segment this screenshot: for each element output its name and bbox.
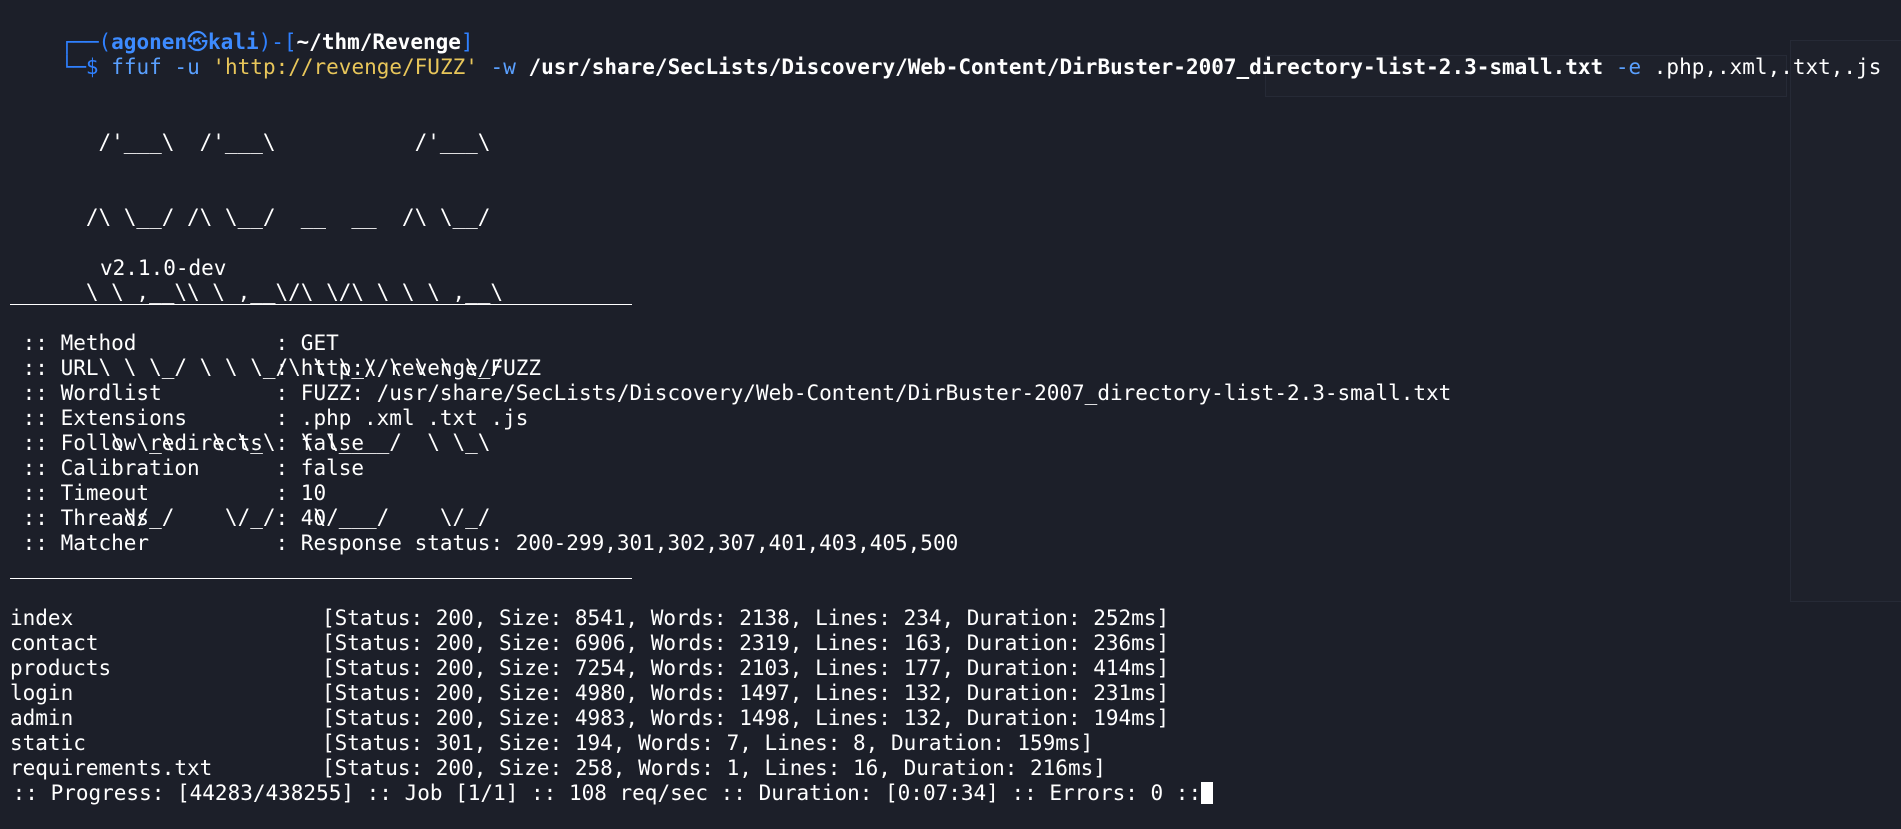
config-row-timeout: :: Timeout : 10 [10,481,326,506]
config-value: : .php .xml .txt .js [275,406,529,430]
config-key: :: Timeout [10,481,276,505]
config-value: : Response status: 200-299,301,302,307,4… [275,531,959,555]
config-row-method: :: Method : GET [10,331,339,356]
command-extensions: .php,.xml,.txt,.js [1653,55,1882,79]
command-wordlist: /usr/share/SecLists/Discovery/Web-Conten… [528,55,1604,79]
command-flag-e: -e [1615,55,1642,79]
result-row: contact [Status: 200, Size: 6906, Words: … [10,631,1169,656]
config-value: : FUZZ: /usr/share/SecLists/Discovery/We… [275,381,1452,405]
result-name: index [10,606,74,630]
config-key: :: URL [10,356,276,380]
result-name: login [10,681,74,705]
config-row-wordlist: :: Wordlist : FUZZ: /usr/share/SecLists/… [10,381,1452,406]
progress-text: :: Progress: [44283/438255] :: Job [1/1]… [0,781,1202,805]
terminal-cursor[interactable] [1201,782,1214,804]
version-label: v2.1.0-dev [100,256,227,280]
result-name: products [10,656,112,680]
result-row: admin [Status: 200, Size: 4983, Words: 14… [10,706,1169,731]
result-row: login [Status: 200, Size: 4980, Words: 14… [10,681,1169,706]
banner-art-line: /\ \__/ /\ \__/ __ __ /\ \__/ [10,205,491,229]
config-key: :: Calibration [10,456,276,480]
config-key: :: Wordlist [10,381,276,405]
config-row-follow-redirects: :: Follow redirects : false [10,431,364,456]
result-info: [Status: 301, Size: 194, Words: 7, Lines… [322,731,1094,755]
command-program: ffuf [111,55,162,79]
banner-art-line: /'___\ /'___\ /'___\ [10,130,491,154]
config-value: : 10 [275,481,327,505]
command-flag-u: -u [174,55,200,79]
result-info: [Status: 200, Size: 6906, Words: 2319, L… [322,631,1170,655]
result-info: [Status: 200, Size: 7254, Words: 2103, L… [322,656,1170,680]
prompt-line: ┌──(agonen㉿kali)-[~/thm/Revenge] [10,5,474,54]
result-name: admin [10,706,74,730]
config-value: : http://revenge/FUZZ [275,356,542,380]
config-value: : false [275,431,365,455]
terminal-window[interactable]: ┌──(agonen㉿kali)-[~/thm/Revenge] └─$ ffu… [0,0,1901,829]
result-info: [Status: 200, Size: 4983, Words: 1498, L… [322,706,1170,730]
config-row-url: :: URL : http://revenge/FUZZ [10,356,541,381]
background-minimap [1790,40,1901,602]
result-row: index [Status: 200, Size: 8541, Words: 21… [10,606,1169,631]
result-info: [Status: 200, Size: 4980, Words: 1497, L… [322,681,1170,705]
result-row: products [Status: 200, Size: 7254, Words:… [10,656,1169,681]
config-value: : false [275,456,365,480]
prompt-frame-bottom: └─ [60,55,86,79]
config-row-calibration: :: Calibration : false [10,456,364,481]
config-row-threads: :: Threads : 40 [10,506,326,531]
config-key: :: Threads [10,506,276,530]
progress-line: :: Progress: [44283/438255] :: Job [1/1]… [0,781,1214,806]
command-line: └─$ ffuf -u 'http://revenge/FUZZ' -w /us… [10,30,1882,79]
result-row: requirements.txt [Status: 200, Size: 258,… [10,756,1106,781]
result-info: [Status: 200, Size: 258, Words: 1, Lines… [322,756,1106,780]
result-info: [Status: 200, Size: 8541, Words: 2138, L… [322,606,1170,630]
prompt-symbol: $ [85,55,99,79]
config-row-extensions: :: Extensions : .php .xml .txt .js [10,406,529,431]
config-key: :: Method [10,331,276,355]
result-row: static [Status: 301, Size: 194, Words: 7,… [10,731,1093,756]
command-flag-w: -w [490,55,516,79]
config-value: : GET [275,331,339,355]
result-name: contact [10,631,99,655]
command-url: 'http://revenge/FUZZ' [212,55,478,79]
config-value: : 40 [275,506,327,530]
result-name: requirements.txt [10,756,213,780]
divider-bottom [10,578,632,579]
config-key: :: Extensions [10,406,276,430]
config-row-matcher: :: Matcher : Response status: 200-299,30… [10,531,959,556]
banner-art-line: \ \ ,__\\ \ ,__\/\ \/\ \ \ \ ,__\ [10,280,504,304]
config-key: :: Matcher [10,531,276,555]
config-key: :: Follow redirects [10,431,276,455]
divider-top [10,304,632,305]
result-name: static [10,731,86,755]
